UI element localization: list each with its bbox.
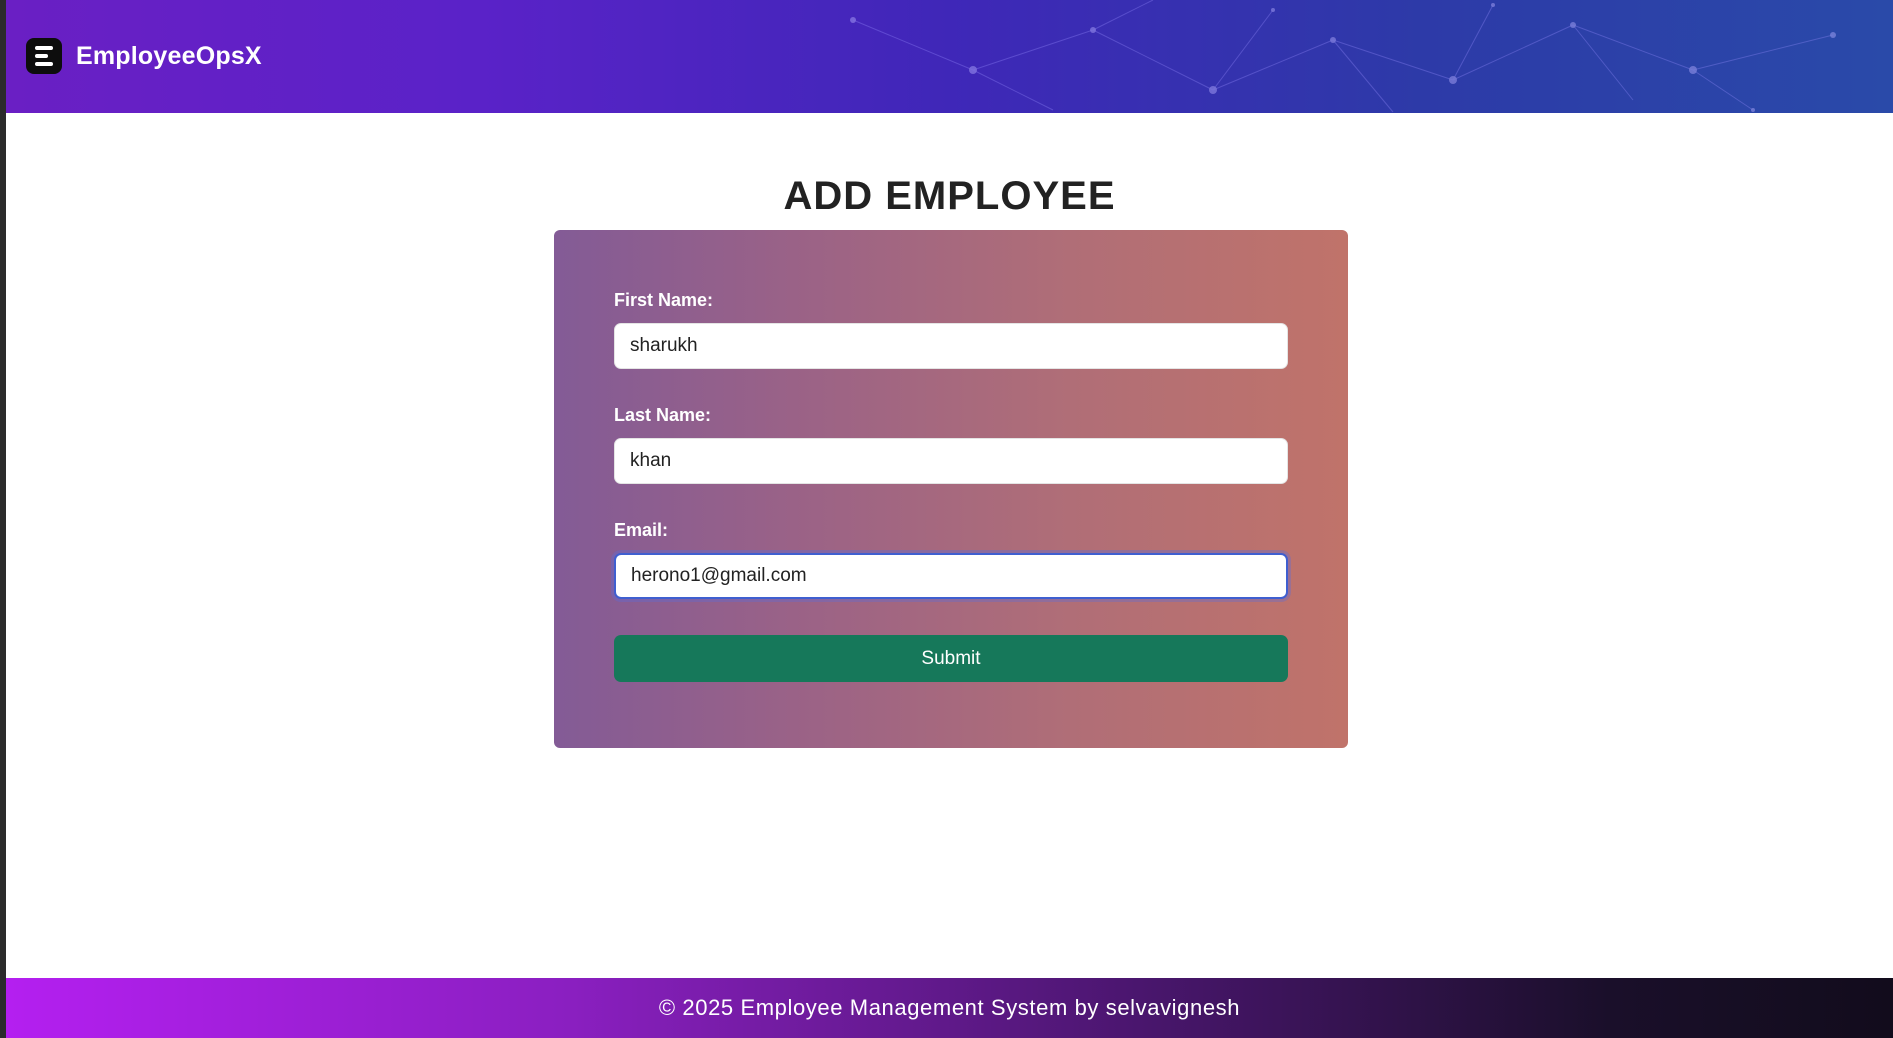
brand-name: EmployeeOpsX [76, 41, 262, 70]
submit-button[interactable]: Submit [614, 635, 1288, 682]
footer-copyright: © 2025 Employee Management System by sel… [658, 995, 1241, 1020]
brand[interactable]: EmployeeOpsX [26, 38, 262, 74]
first-name-label: First Name: [614, 290, 714, 310]
last-name-label: Last Name: [614, 405, 712, 425]
email-label: Email: [614, 520, 669, 540]
last-name-input[interactable] [614, 438, 1288, 484]
email-input[interactable] [614, 553, 1288, 599]
app-page: EmployeeOpsX ADD EMPLOYEE First Name: La… [0, 0, 1893, 1038]
navbar: EmployeeOpsX [6, 0, 1893, 113]
network-background-decoration [850, 0, 1836, 113]
page-title: ADD EMPLOYEE [783, 174, 1116, 218]
first-name-input[interactable] [614, 323, 1288, 369]
footer: © 2025 Employee Management System by sel… [6, 978, 1893, 1038]
add-employee-form: First Name: Last Name: Email: Submit [554, 230, 1348, 748]
menu-lines-icon [26, 38, 62, 74]
